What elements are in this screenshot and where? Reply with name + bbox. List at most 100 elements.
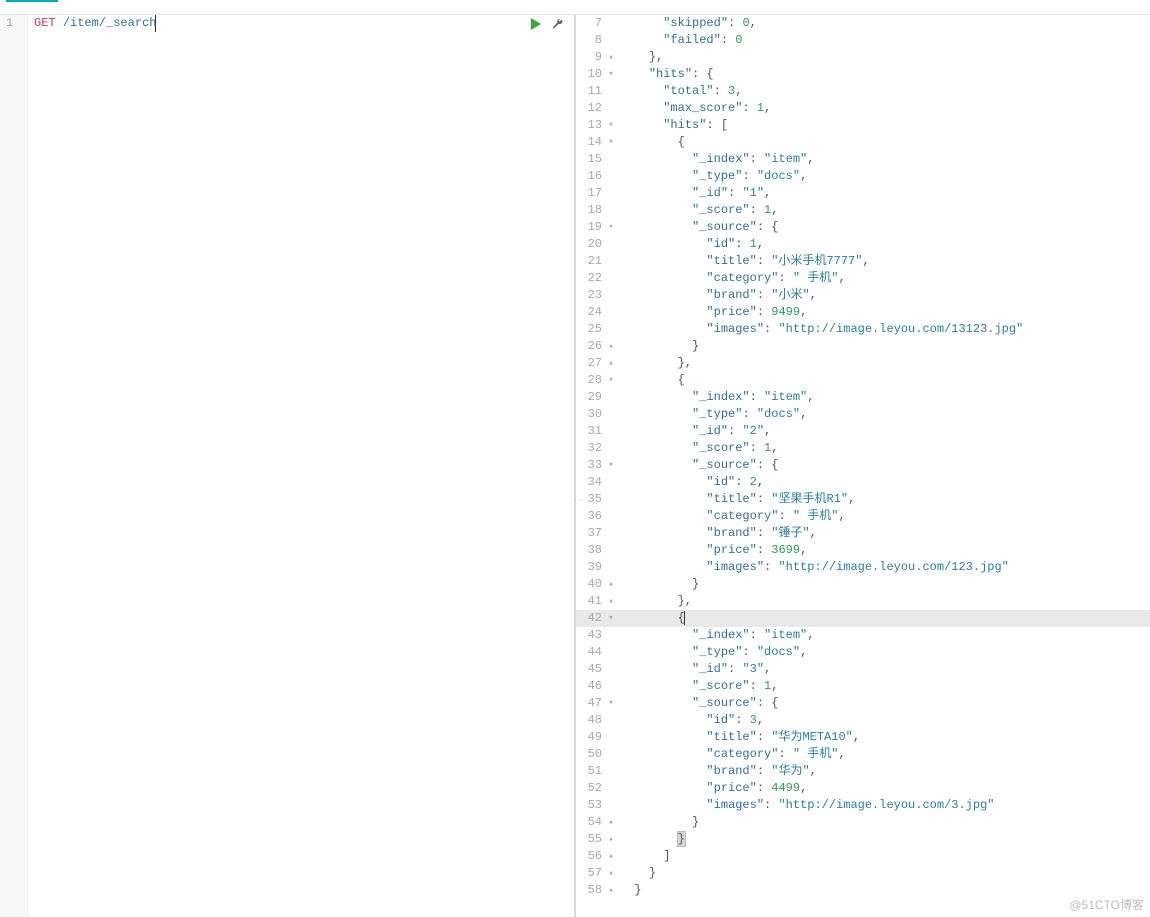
- fold-toggle-icon[interactable]: ▾: [606, 457, 616, 474]
- code-content: "brand": "锤子",: [616, 525, 1150, 542]
- token-pun: ,: [800, 169, 807, 183]
- line-number: 22: [576, 270, 606, 287]
- fold-toggle-icon[interactable]: ▴: [606, 831, 616, 848]
- code-content: "_index": "item",: [616, 627, 1150, 644]
- token-str: "docs": [757, 645, 800, 659]
- line-number: 40: [576, 576, 606, 593]
- token-pun: :: [721, 33, 735, 47]
- fold-toggle-icon[interactable]: ▴: [606, 576, 616, 593]
- token-pun: :: [714, 84, 728, 98]
- response-line: 53 "images": "http://image.leyou.com/3.j…: [576, 797, 1150, 814]
- code-content: "id": 3,: [616, 712, 1150, 729]
- fold-toggle-icon: [606, 661, 616, 678]
- token-pun: :: [750, 441, 764, 455]
- response-line: 27▴ },: [576, 355, 1150, 372]
- code-content: "_source": {: [616, 457, 1150, 474]
- fold-toggle-icon[interactable]: ▴: [606, 882, 616, 899]
- token-pun: ,: [757, 713, 764, 727]
- response-line: 30 "_type": "docs",: [576, 406, 1150, 423]
- code-content: "_source": {: [616, 695, 1150, 712]
- fold-toggle-icon: [606, 423, 616, 440]
- fold-toggle-icon[interactable]: ▴: [606, 49, 616, 66]
- fold-toggle-icon[interactable]: ▾: [606, 66, 616, 83]
- code-content: "_id": "2",: [616, 423, 1150, 440]
- response-line: 11 "total": 3,: [576, 83, 1150, 100]
- response-line: 23 "brand": "小米",: [576, 287, 1150, 304]
- response-line: 41▴ },: [576, 593, 1150, 610]
- token-pun: : [: [706, 118, 728, 132]
- response-line: 9▴ },: [576, 49, 1150, 66]
- token-str: "item": [764, 390, 807, 404]
- token-pun: ,: [807, 390, 814, 404]
- line-number: 13: [576, 117, 606, 134]
- line-number: 34: [576, 474, 606, 491]
- token-key: "_type": [692, 645, 742, 659]
- fold-toggle-icon[interactable]: ▾: [606, 117, 616, 134]
- wrench-icon[interactable]: [552, 18, 564, 30]
- response-line: 48 "id": 3,: [576, 712, 1150, 729]
- token-pun: ,: [862, 254, 869, 268]
- code-content: "_score": 1,: [616, 678, 1150, 695]
- token-pun: :: [750, 203, 764, 217]
- fold-toggle-icon: [606, 542, 616, 559]
- line-number: 44: [576, 644, 606, 661]
- line-number: 48: [576, 712, 606, 729]
- line-number: 43: [576, 627, 606, 644]
- response-line: 56▴ ]: [576, 848, 1150, 865]
- fold-toggle-icon[interactable]: ▾: [606, 372, 616, 389]
- code-content: "id": 1,: [616, 236, 1150, 253]
- line-number: 27: [576, 355, 606, 372]
- code-content: "title": "小米手机7777",: [616, 253, 1150, 270]
- code-content: "title": "坚果手机R1",: [616, 491, 1150, 508]
- fold-toggle-icon[interactable]: ▴: [606, 593, 616, 610]
- fold-toggle-icon[interactable]: ▴: [606, 355, 616, 372]
- fold-toggle-icon[interactable]: ▴: [606, 338, 616, 355]
- token-pun: ,: [735, 84, 742, 98]
- fold-toggle-icon[interactable]: ▾: [606, 695, 616, 712]
- token-pun: :: [778, 747, 792, 761]
- fold-toggle-icon: [606, 797, 616, 814]
- response-line: 31 "_id": "2",: [576, 423, 1150, 440]
- code-content: {: [616, 372, 1150, 389]
- line-number: 45: [576, 661, 606, 678]
- token-pun: ,: [800, 781, 807, 795]
- response-line: 54▴ }: [576, 814, 1150, 831]
- token-pun: :: [757, 305, 771, 319]
- response-editor[interactable]: 7 "skipped": 0,8 "failed": 09▴ },10▾ "hi…: [576, 15, 1150, 917]
- code-content: "price": 3699,: [616, 542, 1150, 559]
- token-pun: ,: [757, 475, 764, 489]
- request-editor[interactable]: GET /item/_search: [28, 15, 574, 917]
- token-key: "category": [706, 747, 778, 761]
- token-key: "_score": [692, 679, 750, 693]
- line-number: 15: [576, 151, 606, 168]
- request-gutter: 1: [0, 15, 28, 917]
- fold-toggle-icon[interactable]: ▴: [606, 814, 616, 831]
- fold-toggle-icon: [606, 729, 616, 746]
- code-content: "id": 2,: [616, 474, 1150, 491]
- code-content: {: [616, 134, 1150, 151]
- token-pun: ,: [764, 101, 771, 115]
- fold-toggle-icon[interactable]: ▾: [606, 219, 616, 236]
- fold-toggle-icon[interactable]: ▴: [606, 865, 616, 882]
- token-pun: }: [634, 883, 641, 897]
- token-pun: : {: [757, 220, 779, 234]
- fold-toggle-icon: [606, 168, 616, 185]
- response-line: 47▾ "_source": {: [576, 695, 1150, 712]
- line-number: 25: [576, 321, 606, 338]
- code-content: ]: [616, 848, 1150, 865]
- play-icon[interactable]: [530, 18, 542, 30]
- pane-resize-handle[interactable]: ⋮: [572, 495, 583, 503]
- token-pun: ,: [800, 305, 807, 319]
- token-pun: : {: [692, 67, 714, 81]
- code-content: "_score": 1,: [616, 202, 1150, 219]
- fold-toggle-icon[interactable]: ▾: [606, 610, 616, 627]
- token-pun: :: [742, 169, 756, 183]
- tab-bar: [0, 0, 1150, 15]
- line-number: 38: [576, 542, 606, 559]
- fold-toggle-icon[interactable]: ▴: [606, 848, 616, 865]
- fold-toggle-icon[interactable]: ▾: [606, 134, 616, 151]
- code-content: },: [616, 593, 1150, 610]
- response-line: 45 "_id": "3",: [576, 661, 1150, 678]
- token-pun: :: [757, 288, 771, 302]
- token-key: "skipped": [663, 16, 728, 30]
